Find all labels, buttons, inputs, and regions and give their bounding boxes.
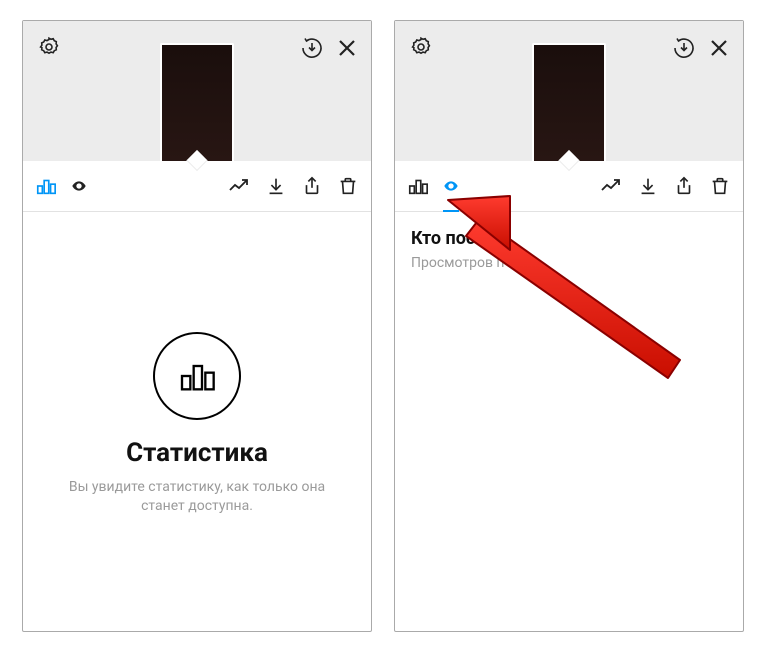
eye-icon[interactable]	[443, 178, 459, 194]
close-icon[interactable]	[707, 36, 731, 60]
story-thumbnail[interactable]	[160, 43, 234, 161]
topbar	[23, 21, 371, 161]
story-thumbnail[interactable]	[532, 43, 606, 161]
toolbar	[23, 161, 371, 212]
content-viewers: Кто посмо Просмотров п	[395, 212, 743, 631]
trash-icon[interactable]	[337, 175, 359, 197]
trash-icon[interactable]	[709, 175, 731, 197]
bar-chart-circle	[153, 332, 241, 420]
bar-chart-icon[interactable]	[407, 175, 429, 197]
topbar	[395, 21, 743, 161]
phone-frame-right: Кто посмо Просмотров п	[394, 20, 744, 632]
download-icon[interactable]	[265, 175, 287, 197]
toolbar-right	[599, 174, 731, 198]
content-stats: Статистика Вы увидите статистику, как то…	[23, 212, 371, 631]
viewers-subtitle: Просмотров п	[411, 255, 727, 271]
stats-placeholder: Статистика Вы увидите статистику, как то…	[23, 332, 371, 516]
top-actions	[671, 35, 731, 61]
toolbar	[395, 161, 743, 212]
toolbar-right	[227, 174, 359, 198]
share-icon[interactable]	[673, 175, 695, 197]
bar-chart-icon[interactable]	[35, 175, 57, 197]
phone-frame-left: Статистика Вы увидите статистику, как то…	[22, 20, 372, 632]
viewers-title: Кто посмо	[411, 228, 727, 249]
settings-icon[interactable]	[37, 35, 61, 59]
trend-up-icon[interactable]	[227, 174, 251, 198]
share-icon[interactable]	[301, 175, 323, 197]
viewers-panel: Кто посмо Просмотров п	[395, 212, 743, 287]
top-actions	[299, 35, 359, 61]
download-icon[interactable]	[637, 175, 659, 197]
close-icon[interactable]	[335, 36, 359, 60]
stats-title: Статистика	[126, 438, 268, 468]
settings-icon[interactable]	[409, 35, 433, 59]
stats-description: Вы увидите статистику, как только она ст…	[47, 478, 347, 516]
archive-download-icon[interactable]	[671, 35, 697, 61]
trend-up-icon[interactable]	[599, 174, 623, 198]
archive-download-icon[interactable]	[299, 35, 325, 61]
eye-icon[interactable]	[71, 178, 87, 194]
